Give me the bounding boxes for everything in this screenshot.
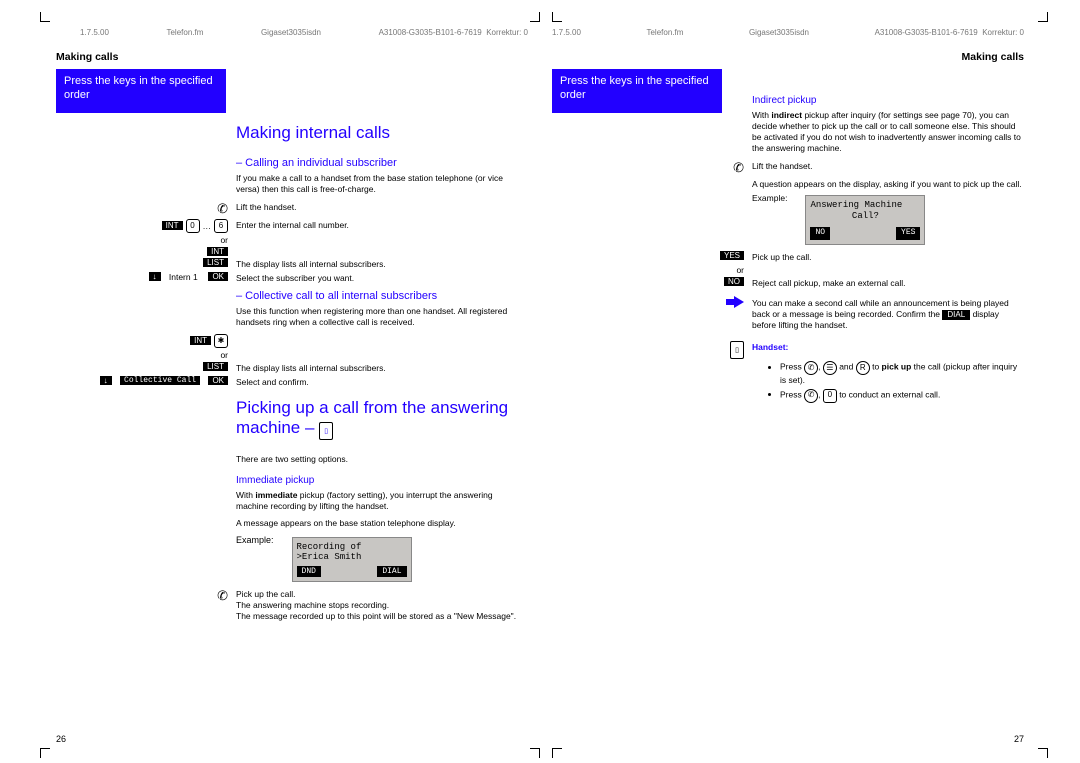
step-select: Select the subscriber you want. bbox=[236, 272, 528, 284]
key-6-icon: 6 bbox=[214, 219, 228, 233]
int-key-icon: INT bbox=[162, 221, 183, 230]
step-list: The display lists all internal subscribe… bbox=[236, 258, 528, 270]
step-enter-num: Enter the internal call number. bbox=[236, 219, 528, 231]
ind-s1: Lift the handset. bbox=[752, 160, 1024, 172]
key-call2-icon: ✆ bbox=[804, 389, 818, 403]
page-26: 1.7.5.00 Telefon.fm Gigaset3035isdn A310… bbox=[56, 18, 528, 744]
hdr2-date: 1.7.5.00 bbox=[552, 28, 581, 37]
down2-icon: ↓ bbox=[100, 376, 112, 385]
ind-p1: With indirect pickup after inquiry (for … bbox=[752, 110, 1024, 154]
page-27: 1.7.5.00 Telefon.fm Gigaset3035isdn A310… bbox=[552, 18, 1024, 744]
key-call-icon: ✆ bbox=[804, 361, 818, 375]
softkey-no: NO bbox=[810, 227, 830, 239]
sec2-intro: Use this function when registering more … bbox=[236, 306, 520, 328]
h1-answering-pickup: Picking up a call from the answering mac… bbox=[236, 398, 520, 440]
page-number-27: 27 bbox=[1014, 734, 1024, 744]
or3-label: or bbox=[552, 265, 752, 275]
down-arrow-icon: ↓ bbox=[149, 272, 161, 281]
softkey-yes: YES bbox=[896, 227, 920, 239]
list2-key-icon: LIST bbox=[203, 362, 228, 371]
hdr-doc: A31008-G3035-B101-6-7619 bbox=[379, 28, 482, 37]
no-key-icon: NO bbox=[724, 277, 744, 286]
s-no: Reject call pickup, make an external cal… bbox=[752, 277, 1024, 289]
hdr2-model: Gigaset3035isdn bbox=[749, 28, 809, 37]
imm-p1: With immediate pickup (factory setting),… bbox=[236, 490, 520, 512]
ok-key-icon: OK bbox=[208, 272, 228, 281]
h3-immediate: Immediate pickup bbox=[236, 475, 520, 486]
key-0-icon: 0 bbox=[186, 219, 200, 233]
imm-p4: The answering machine stops recording. bbox=[236, 600, 389, 610]
star-key-icon: ✱ bbox=[214, 334, 228, 348]
dial-tag: DIAL bbox=[942, 310, 970, 320]
hdr-date: 1.7.5.00 bbox=[80, 28, 109, 37]
softkey-dnd: DND bbox=[297, 566, 321, 577]
handset-bullets: Press ✆, ☰ and R to pick up the call (pi… bbox=[752, 361, 1024, 402]
header-left: 1.7.5.00 Telefon.fm Gigaset3035isdn A310… bbox=[56, 18, 528, 43]
key-ext0-icon: 0 bbox=[823, 389, 837, 403]
imm-p3: Pick up the call. bbox=[236, 589, 296, 599]
softkey-dial: DIAL bbox=[377, 566, 406, 577]
bullet-pickup: Press ✆, ☰ and R to pick up the call (pi… bbox=[780, 361, 1024, 386]
int-key2-icon: INT bbox=[207, 247, 228, 256]
handset3-icon: ✆ bbox=[733, 160, 744, 176]
running-head-right: Making calls bbox=[552, 51, 1024, 63]
imm-p2: A message appears on the base station te… bbox=[236, 518, 520, 529]
sec1-intro: If you make a call to a handset from the… bbox=[236, 173, 520, 195]
note-arrow-icon bbox=[726, 297, 744, 307]
header-right: 1.7.5.00 Telefon.fm Gigaset3035isdn A310… bbox=[552, 18, 1024, 43]
lcd-example-indirect: Answering Machine Call? NO YES bbox=[805, 195, 925, 245]
two-opt: There are two setting options. bbox=[236, 454, 520, 465]
hdr-corr: Korrektur: 0 bbox=[486, 28, 528, 37]
step-list2: The display lists all internal subscribe… bbox=[236, 362, 528, 374]
example-label: Example: bbox=[236, 535, 274, 545]
handset-label: Handset: bbox=[752, 342, 788, 352]
step-confirm: Select and confirm. bbox=[236, 376, 528, 388]
imm-p5: The message recorded up to this point wi… bbox=[236, 611, 516, 621]
handset2-icon: ✆ bbox=[217, 588, 228, 604]
key-r-icon: R bbox=[856, 361, 870, 375]
running-head-left: Making calls bbox=[56, 51, 528, 63]
hdr2-corr: Korrektur: 0 bbox=[982, 28, 1024, 37]
or2-label: or bbox=[56, 350, 236, 360]
handset-icon: ✆ bbox=[217, 201, 228, 217]
hdr-fm: Telefon.fm bbox=[166, 28, 203, 37]
page-number-26: 26 bbox=[56, 734, 66, 744]
h3-indirect: Indirect pickup bbox=[752, 95, 1024, 106]
base-icon: ▯ bbox=[319, 422, 333, 440]
note-text: You can make a second call while an anno… bbox=[752, 297, 1024, 331]
yes-key-icon: YES bbox=[720, 251, 744, 260]
ok2-key-icon: OK bbox=[208, 376, 228, 385]
lcd-example-immediate: Recording of >Erica Smith DND DIAL bbox=[292, 537, 412, 582]
h2-collective: – Collective call to all internal subscr… bbox=[236, 290, 520, 302]
page-spread: 1.7.5.00 Telefon.fm Gigaset3035isdn A310… bbox=[56, 18, 1024, 744]
step-lift: Lift the handset. bbox=[236, 201, 528, 213]
int-key3-icon: INT bbox=[190, 336, 211, 345]
or-label: or bbox=[56, 235, 236, 245]
example2-label: Example: bbox=[752, 193, 787, 204]
collective-lcd: Collective Call bbox=[120, 376, 200, 385]
hdr-model: Gigaset3035isdn bbox=[261, 28, 321, 37]
hdr2-fm: Telefon.fm bbox=[646, 28, 683, 37]
h2-calling-individual: – Calling an individual subscriber bbox=[236, 157, 520, 169]
ind-s2: A question appears on the display, askin… bbox=[752, 178, 1024, 190]
instruction-ribbon: Press the keys in the specified order bbox=[56, 69, 226, 113]
bullet-external: Press ✆, 0 to conduct an external call. bbox=[780, 389, 1024, 403]
hdr2-doc: A31008-G3035-B101-6-7619 bbox=[875, 28, 978, 37]
handset-outline-icon: ▯ bbox=[730, 341, 744, 359]
list-key-icon: LIST bbox=[203, 258, 228, 267]
h1-internal-calls: Making internal calls bbox=[236, 123, 520, 143]
key-menu-icon: ☰ bbox=[823, 361, 837, 375]
s-yes: Pick up the call. bbox=[752, 251, 1024, 263]
